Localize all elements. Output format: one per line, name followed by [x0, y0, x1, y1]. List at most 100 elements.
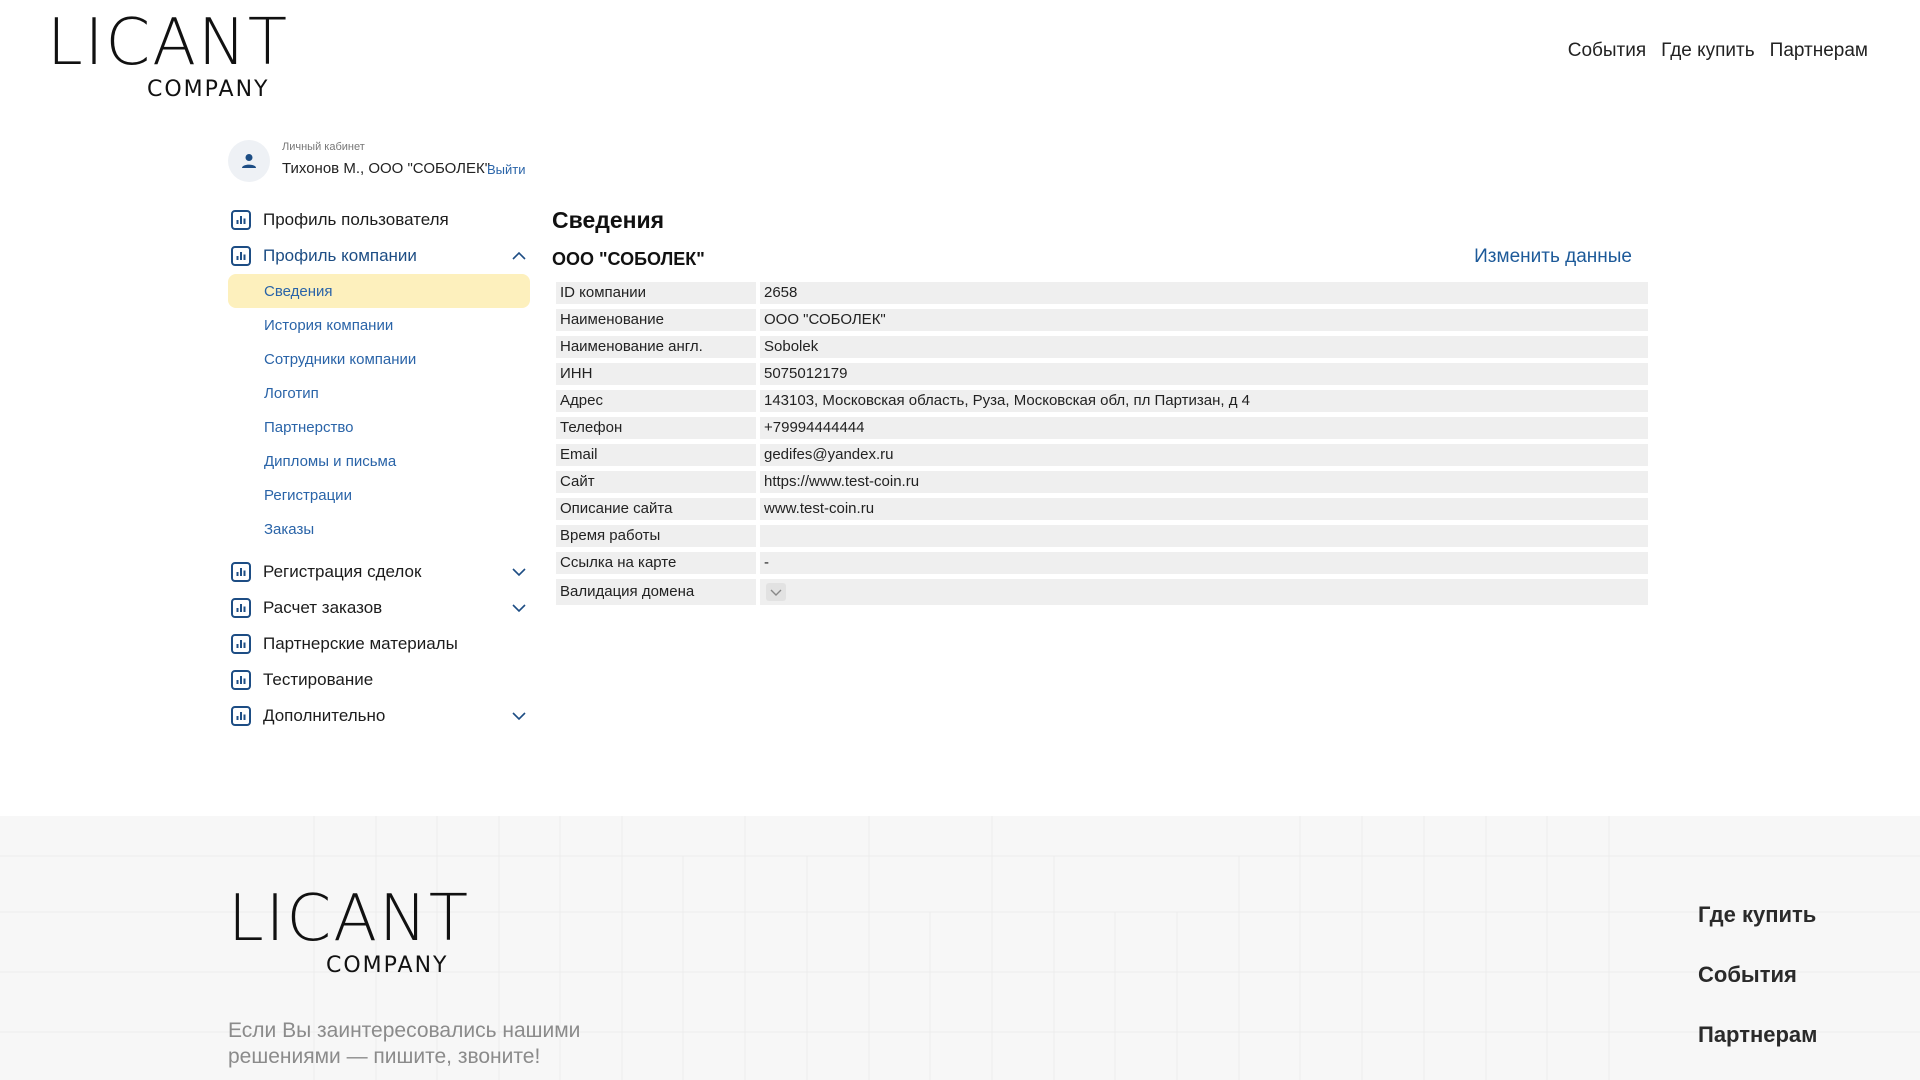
- edit-data-button[interactable]: Изменить данные: [1474, 246, 1632, 268]
- chart-icon: [231, 670, 251, 690]
- footer-nav-events-link[interactable]: События: [1698, 960, 1817, 1020]
- footer-contact-text: Если Вы заинтересовались нашими решениям…: [228, 1019, 581, 1068]
- table-row: Ссылка на карте -: [556, 552, 1648, 579]
- table-row: Описание сайта www.test-coin.ru: [556, 498, 1648, 525]
- chart-icon: [231, 210, 251, 230]
- submenu-item-details[interactable]: Сведения: [228, 274, 530, 308]
- row-value: ООО "СОБОЛЕК": [760, 309, 1648, 331]
- company-profile-submenu: Сведения История компании Сотрудники ком…: [228, 274, 530, 546]
- table-row: Время работы: [556, 525, 1648, 552]
- sidebar-item-label: Профиль пользователя: [263, 210, 449, 229]
- page-title: Сведения: [552, 207, 665, 233]
- chevron-up-icon[interactable]: [512, 249, 526, 263]
- sidebar-item-label: Профиль компании: [263, 246, 417, 265]
- row-value: https://www.test-coin.ru: [760, 471, 1648, 493]
- sidebar-item-label: Дополнительно: [263, 706, 386, 725]
- top-nav: События Где купить Партнерам: [1568, 40, 1868, 62]
- row-label: Ссылка на карте: [556, 552, 756, 574]
- domain-validation-toggle[interactable]: [766, 583, 786, 601]
- top-nav-where-to-buy-link[interactable]: Где купить: [1661, 40, 1754, 62]
- footer-nav-partners-link[interactable]: Партнерам: [1698, 1020, 1817, 1080]
- sidebar: Профиль пользователя Профиль компании Св…: [228, 202, 530, 734]
- footer-logo[interactable]: LICANT COMPANY: [228, 882, 478, 978]
- row-value: Sobolek: [760, 336, 1648, 358]
- row-label: Адрес: [556, 390, 756, 412]
- table-row: Телефон +79994444444: [556, 417, 1648, 444]
- logout-link[interactable]: Выйти: [487, 162, 526, 177]
- row-label: Время работы: [556, 525, 756, 547]
- submenu-item-company-history[interactable]: История компании: [228, 308, 530, 342]
- sidebar-item-partner-materials[interactable]: Партнерские материалы: [228, 626, 530, 662]
- row-value: 143103, Московская область, Руза, Москов…: [760, 390, 1648, 412]
- company-name: ООО "СОБОЛЕК": [552, 249, 705, 269]
- submenu-item-partnership[interactable]: Партнерство: [228, 410, 530, 444]
- chart-icon: [231, 246, 251, 266]
- chevron-down-icon[interactable]: [512, 709, 526, 723]
- row-value: www.test-coin.ru: [760, 498, 1648, 520]
- chevron-down-icon: [770, 589, 782, 596]
- row-label: ID компании: [556, 282, 756, 304]
- row-value: [760, 579, 1648, 605]
- row-label: Сайт: [556, 471, 756, 493]
- top-nav-partners-link[interactable]: Партнерам: [1770, 40, 1868, 62]
- submenu-item-orders[interactable]: Заказы: [228, 512, 530, 546]
- company-details-panel: Сведения ООО "СОБОЛЕК" Изменить данные I…: [552, 206, 1648, 607]
- row-label: Телефон: [556, 417, 756, 439]
- sidebar-item-testing[interactable]: Тестирование: [228, 662, 530, 698]
- chevron-down-icon[interactable]: [512, 565, 526, 579]
- company-info-table: ID компании 2658 Наименование ООО "СОБОЛ…: [556, 282, 1648, 607]
- sidebar-item-order-calculation[interactable]: Расчет заказов: [228, 590, 530, 626]
- logo-sub-text: COMPANY: [147, 77, 270, 102]
- row-value: 5075012179: [760, 363, 1648, 385]
- row-value: gedifes@yandex.ru: [760, 444, 1648, 466]
- sidebar-item-label: Партнерские материалы: [263, 634, 458, 653]
- row-value: 2658: [760, 282, 1648, 304]
- footer-nav-where-to-buy-link[interactable]: Где купить: [1698, 900, 1817, 960]
- table-row: Валидация домена: [556, 579, 1648, 607]
- sidebar-item-company-profile[interactable]: Профиль компании: [228, 238, 530, 274]
- row-value: -: [760, 552, 1648, 574]
- row-value: +79994444444: [760, 417, 1648, 439]
- submenu-item-diplomas[interactable]: Дипломы и письма: [228, 444, 530, 478]
- site-footer: LICANT COMPANY Если Вы заинтересовались …: [0, 816, 1920, 1080]
- menu-gap: [228, 546, 530, 554]
- table-row: Email gedifes@yandex.ru: [556, 444, 1648, 471]
- submenu-item-company-employees[interactable]: Сотрудники компании: [228, 342, 530, 376]
- sidebar-item-additional[interactable]: Дополнительно: [228, 698, 530, 734]
- header-logo[interactable]: LICANT COMPANY: [47, 6, 297, 102]
- table-row: ИНН 5075012179: [556, 363, 1648, 390]
- row-label: Описание сайта: [556, 498, 756, 520]
- chevron-down-icon[interactable]: [512, 601, 526, 615]
- logo-sub-text: COMPANY: [326, 953, 449, 978]
- logo-main-text: LICANT: [228, 882, 470, 956]
- table-row: Адрес 143103, Московская область, Руза, …: [556, 390, 1648, 417]
- top-nav-events-link[interactable]: События: [1568, 40, 1646, 62]
- chart-icon: [231, 706, 251, 726]
- table-row: Наименование англ. Sobolek: [556, 336, 1648, 363]
- row-label: Email: [556, 444, 756, 466]
- chart-icon: [231, 562, 251, 582]
- avatar[interactable]: [228, 140, 270, 182]
- sidebar-item-user-profile[interactable]: Профиль пользователя: [228, 202, 530, 238]
- chart-icon: [231, 598, 251, 618]
- sidebar-item-label: Расчет заказов: [263, 598, 383, 617]
- sidebar-item-label: Регистрация сделок: [263, 562, 422, 581]
- table-row: Наименование ООО "СОБОЛЕК": [556, 309, 1648, 336]
- user-icon: [242, 154, 256, 168]
- site-header: LICANT COMPANY События Где купить Партне…: [0, 0, 1920, 110]
- sidebar-item-label: Тестирование: [263, 670, 374, 689]
- submenu-item-logo[interactable]: Логотип: [228, 376, 530, 410]
- account-user-name: Тихонов М., ООО "СОБОЛЕК": [282, 160, 491, 177]
- logo-main-text: LICANT: [47, 6, 289, 80]
- chart-icon: [231, 634, 251, 654]
- row-label: Наименование: [556, 309, 756, 331]
- table-row: Сайт https://www.test-coin.ru: [556, 471, 1648, 498]
- account-caption: Личный кабинет: [282, 141, 365, 153]
- row-label: Наименование англ.: [556, 336, 756, 358]
- table-row: ID компании 2658: [556, 282, 1648, 309]
- row-value: [760, 525, 1648, 547]
- sidebar-item-deal-registration[interactable]: Регистрация сделок: [228, 554, 530, 590]
- footer-nav: Где купить События Партнерам: [1698, 900, 1817, 1080]
- submenu-item-registrations[interactable]: Регистрации: [228, 478, 530, 512]
- row-label: ИНН: [556, 363, 756, 385]
